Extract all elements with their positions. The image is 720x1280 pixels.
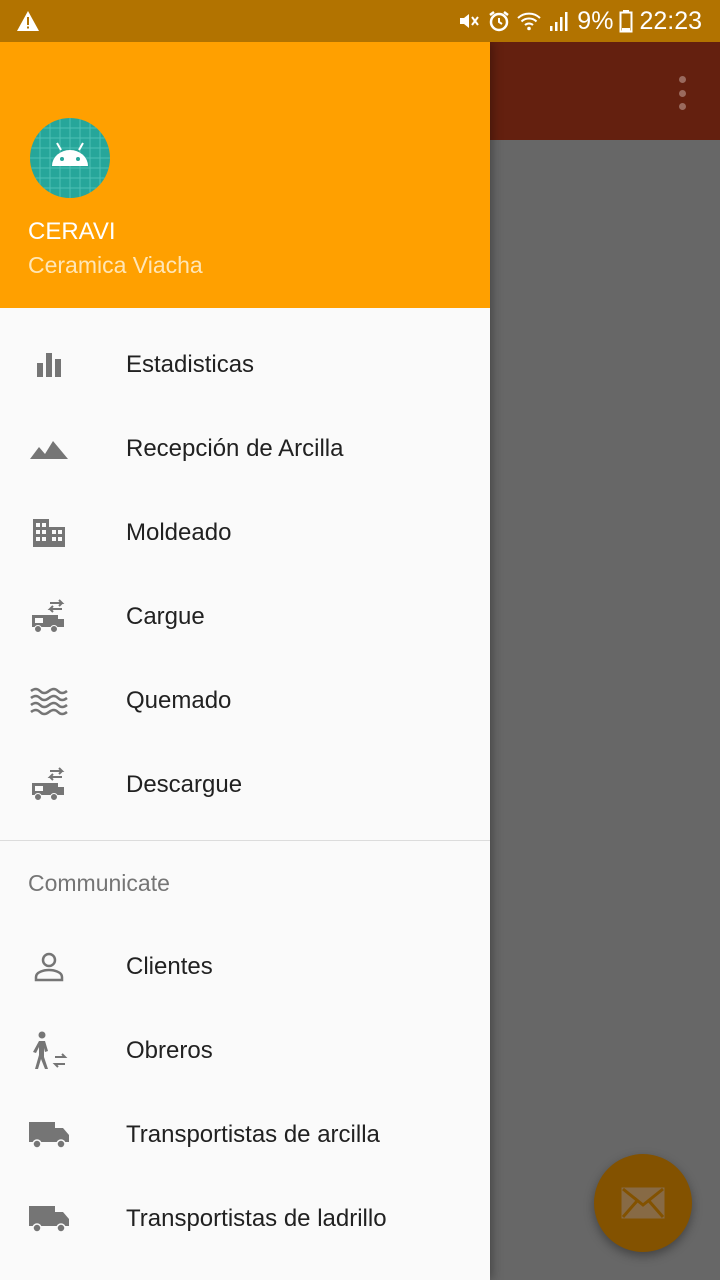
menu-item-moldeado[interactable]: Moldeado <box>0 491 490 575</box>
menu-item-label: Recepción de Arcilla <box>126 435 344 462</box>
menu-item-estadisticas[interactable]: Estadisticas <box>0 323 490 407</box>
truck-icon <box>28 1114 70 1156</box>
menu-item-label: Descargue <box>126 771 243 798</box>
rv-transfer-icon <box>28 596 70 638</box>
section-title: Communicate <box>28 869 170 896</box>
menu-item-quemado[interactable]: Quemado <box>0 659 490 743</box>
menu-item-descargue[interactable]: Descargue <box>0 743 490 827</box>
signal-icon <box>550 12 568 31</box>
menu-item-label: Obreros <box>126 1037 213 1064</box>
alarm-icon <box>489 11 510 32</box>
building-icon <box>28 512 70 554</box>
menu-item-clientes[interactable]: Clientes <box>0 925 490 1009</box>
terrain-icon <box>28 428 70 470</box>
truck-icon <box>28 1198 70 1240</box>
header-title: CERAVI <box>28 218 116 245</box>
menu-item-cargue[interactable]: Cargue <box>0 575 490 659</box>
person-icon <box>28 946 70 988</box>
menu-item-label: Quemado <box>126 687 232 714</box>
navigation-drawer: CERAVI Ceramica Viacha Estadisticas Rece… <box>0 42 490 1280</box>
menu-item-obreros[interactable]: Obreros <box>0 1009 490 1093</box>
drawer-menu: Estadisticas Recepción de Arcilla Moldea… <box>0 308 490 1261</box>
mute-icon <box>460 14 480 28</box>
battery-percent: 9% <box>577 6 614 35</box>
battery-icon <box>619 10 633 33</box>
waves-icon <box>28 680 70 722</box>
more-vert-icon[interactable] <box>672 76 692 110</box>
menu-item-label: Transportistas de ladrillo <box>126 1205 387 1232</box>
walker-transfer-icon <box>28 1030 70 1072</box>
mail-icon <box>621 1187 665 1219</box>
android-icon <box>30 118 110 198</box>
clock: 22:23 <box>639 6 702 35</box>
menu-item-label: Estadisticas <box>126 351 255 378</box>
mail-fab[interactable] <box>594 1154 692 1252</box>
header-subtitle: Ceramica Viacha <box>28 252 203 278</box>
menu-item-label: Transportistas de arcilla <box>126 1121 380 1148</box>
bar-chart-icon <box>28 344 70 386</box>
wifi-icon <box>517 12 541 31</box>
avatar <box>30 118 110 198</box>
menu-item-label: Cargue <box>126 603 205 630</box>
menu-item-label: Moldeado <box>126 519 232 546</box>
drawer-header: CERAVI Ceramica Viacha <box>0 42 490 308</box>
menu-item-label: Clientes <box>126 953 213 980</box>
menu-item-recepcion-arcilla[interactable]: Recepción de Arcilla <box>0 407 490 491</box>
menu-item-transportistas-arcilla[interactable]: Transportistas de arcilla <box>0 1093 490 1177</box>
status-bar: 9% 22:23 <box>0 0 720 42</box>
menu-item-transportistas-ladrillo[interactable]: Transportistas de ladrillo <box>0 1177 490 1261</box>
rv-transfer-icon <box>28 764 70 806</box>
warning-icon <box>17 11 39 31</box>
